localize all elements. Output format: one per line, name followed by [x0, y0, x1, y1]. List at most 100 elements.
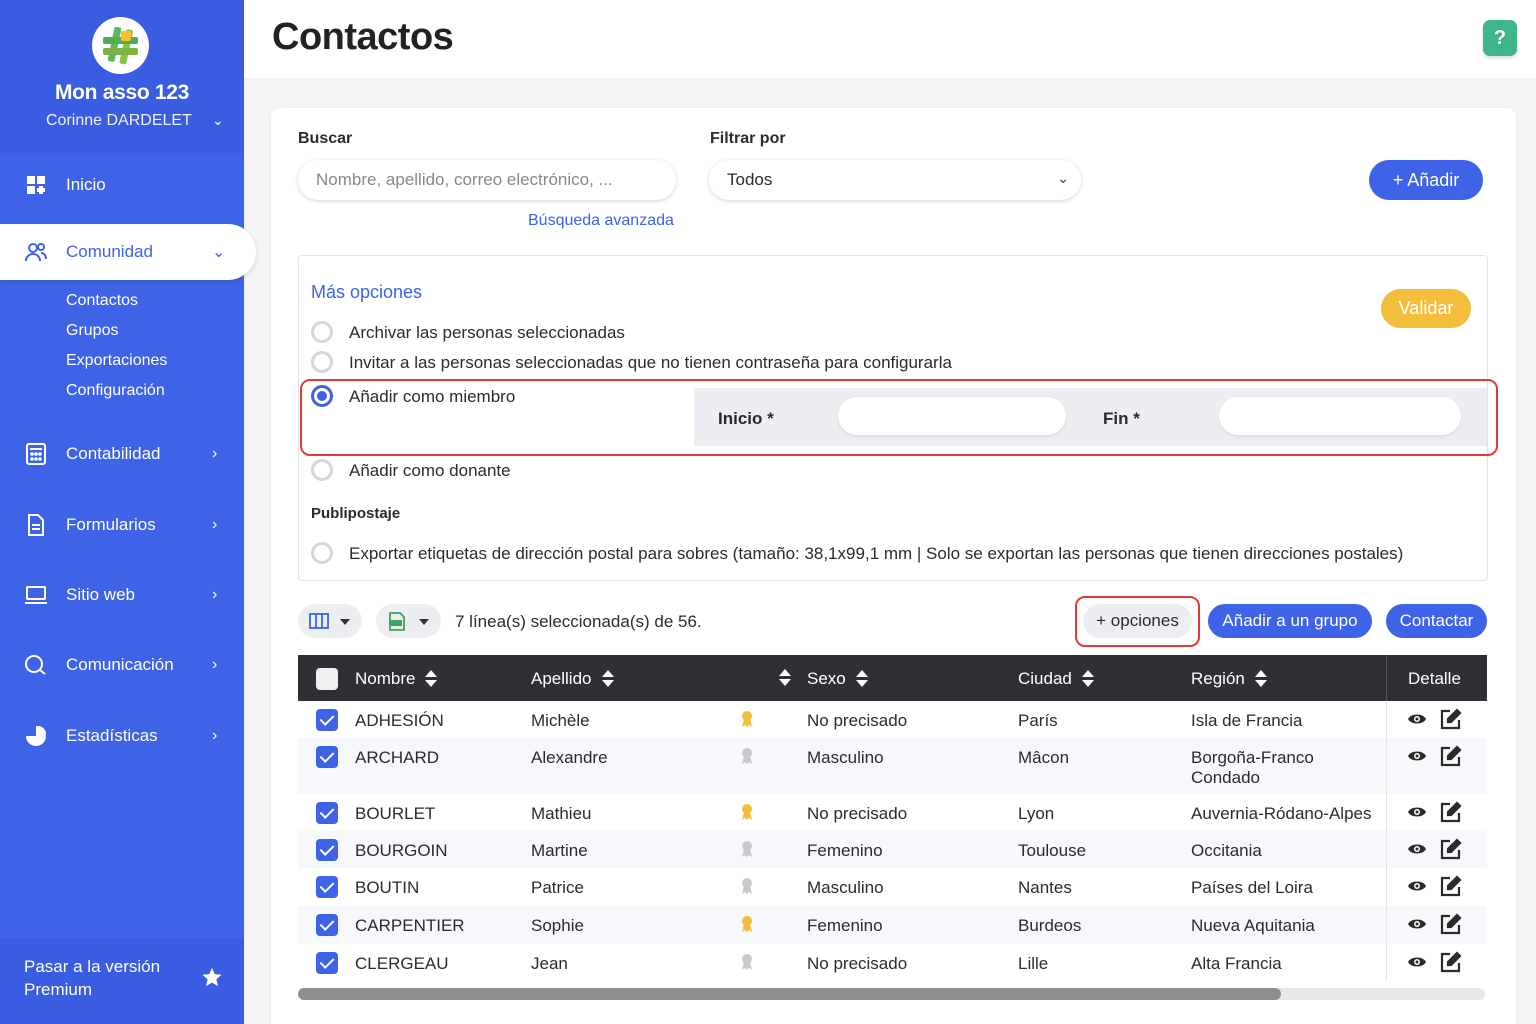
- search-input[interactable]: Nombre, apellido, correo electrónico, ..…: [298, 160, 676, 200]
- view-icon[interactable]: [1407, 878, 1427, 898]
- table-row[interactable]: ARCHARD Alexandre Masculino Mâcon Borgoñ…: [298, 738, 1487, 794]
- row-checkbox[interactable]: [316, 802, 338, 824]
- table-row[interactable]: BOURGOIN Martine Femenino Toulouse Occit…: [298, 831, 1487, 868]
- subnav-contactos[interactable]: Contactos: [66, 292, 138, 310]
- edit-icon[interactable]: [1440, 708, 1462, 735]
- option-invite-label: Invitar a las personas seleccionadas que…: [349, 353, 952, 372]
- nav-contabilidad[interactable]: Contabilidad ›: [0, 429, 244, 479]
- selection-count: 7 línea(s) seleccionada(s) de 56.: [455, 612, 702, 631]
- edit-icon[interactable]: [1440, 913, 1462, 940]
- advanced-search-link[interactable]: Búsqueda avanzada: [528, 212, 674, 230]
- org-logo[interactable]: [92, 17, 149, 74]
- row-checkbox[interactable]: [316, 876, 338, 898]
- radio-add-donor[interactable]: [311, 459, 333, 481]
- radio-invite[interactable]: [311, 351, 333, 373]
- column-badge[interactable]: [779, 669, 791, 687]
- calculator-icon: [24, 442, 48, 466]
- end-date-label: Fin *: [1103, 409, 1140, 428]
- table-row[interactable]: ADHESIÓN Michèle No precisado París Isla…: [298, 701, 1487, 738]
- nav-comunidad[interactable]: Comunidad ⌄: [0, 224, 256, 280]
- cell-nombre: BOURLET: [355, 804, 436, 823]
- nav-inicio-label: Inicio: [66, 175, 106, 194]
- subnav-configuracion[interactable]: Configuración: [66, 382, 165, 400]
- start-date-input[interactable]: [838, 397, 1066, 435]
- user-name[interactable]: Corinne DARDELET: [46, 112, 192, 130]
- mailing-title: Publipostaje: [311, 505, 401, 522]
- scrollbar-thumb[interactable]: [298, 988, 1281, 1000]
- sidebar-header: Mon asso 123 Corinne DARDELET ⌄: [0, 0, 244, 153]
- caret-down-icon: [340, 619, 350, 625]
- column-divider: [1386, 701, 1387, 738]
- help-button[interactable]: ?: [1483, 20, 1517, 56]
- nav-comunicacion-label: Comunicación: [66, 655, 174, 674]
- edit-icon[interactable]: [1440, 875, 1462, 902]
- end-date-input[interactable]: [1219, 397, 1461, 435]
- nav-comunicacion[interactable]: Comunicación ›: [0, 640, 244, 690]
- select-all-checkbox[interactable]: [316, 668, 338, 690]
- horizontal-scrollbar[interactable]: [298, 988, 1485, 1000]
- nav-formularios[interactable]: Formularios ›: [0, 500, 244, 550]
- member-badge-icon: [741, 840, 753, 863]
- add-to-group-button[interactable]: Añadir a un grupo: [1208, 604, 1372, 638]
- row-checkbox[interactable]: [316, 914, 338, 936]
- table-row[interactable]: BOURLET Mathieu No precisado Lyon Auvern…: [298, 794, 1487, 831]
- cell-nombre: BOUTIN: [355, 878, 420, 897]
- validate-button[interactable]: Validar: [1381, 289, 1471, 328]
- table-row[interactable]: CARPENTIER Sophie Femenino Burdeos Nueva…: [298, 906, 1487, 944]
- view-icon[interactable]: [1407, 954, 1427, 974]
- radio-add-member[interactable]: [311, 385, 333, 407]
- chevron-down-icon[interactable]: ⌄: [212, 112, 224, 129]
- column-nombre[interactable]: Nombre: [355, 669, 438, 689]
- filter-select[interactable]: Todos ⌄: [709, 160, 1081, 200]
- table-row[interactable]: BOUTIN Patrice Masculino Nantes Países d…: [298, 868, 1487, 906]
- cell-apellido: Patrice: [531, 878, 584, 897]
- caret-down-icon: [419, 619, 429, 625]
- view-icon[interactable]: [1407, 748, 1427, 768]
- row-checkbox[interactable]: [316, 952, 338, 974]
- view-icon[interactable]: [1407, 841, 1427, 861]
- column-sexo-label: Sexo: [807, 669, 846, 688]
- chevron-right-icon: ›: [212, 516, 218, 533]
- export-toggle[interactable]: [376, 604, 441, 638]
- nav-inicio[interactable]: Inicio: [0, 160, 244, 210]
- sort-icon: [779, 669, 791, 687]
- edit-icon[interactable]: [1440, 838, 1462, 865]
- edit-icon[interactable]: [1440, 951, 1462, 978]
- edit-icon[interactable]: [1440, 745, 1462, 772]
- column-divider: [1386, 906, 1387, 944]
- subnav-grupos[interactable]: Grupos: [66, 322, 118, 340]
- premium-upgrade[interactable]: Pasar a la versión Premium: [0, 938, 244, 1024]
- row-checkbox[interactable]: [316, 839, 338, 861]
- table-row[interactable]: CLERGEAU Jean No precisado Lille Alta Fr…: [298, 944, 1487, 982]
- edit-icon[interactable]: [1440, 801, 1462, 828]
- columns-toggle[interactable]: [298, 604, 362, 638]
- column-region[interactable]: Región: [1191, 669, 1267, 689]
- add-contact-button[interactable]: + Añadir: [1369, 160, 1483, 200]
- column-ciudad[interactable]: Ciudad: [1018, 669, 1094, 689]
- row-checkbox[interactable]: [316, 746, 338, 768]
- row-checkbox[interactable]: [316, 709, 338, 731]
- column-apellido[interactable]: Apellido: [531, 669, 614, 689]
- chevron-right-icon: ›: [212, 445, 218, 462]
- radio-export-labels[interactable]: [311, 542, 333, 564]
- view-icon[interactable]: [1407, 916, 1427, 936]
- view-icon[interactable]: [1407, 711, 1427, 731]
- cell-region: Occitania: [1191, 841, 1262, 860]
- table-header: Nombre Apellido Sexo Ciudad Región Detal…: [298, 655, 1487, 701]
- column-sexo[interactable]: Sexo: [807, 669, 868, 689]
- more-options-button[interactable]: + opciones: [1083, 604, 1192, 638]
- nav-sitio-web[interactable]: Sitio web ›: [0, 570, 244, 620]
- column-divider: [1386, 868, 1387, 906]
- cell-ciudad: Burdeos: [1018, 916, 1082, 935]
- chevron-down-icon: ⌄: [1057, 170, 1069, 186]
- cell-apellido: Martine: [531, 841, 588, 860]
- column-ciudad-label: Ciudad: [1018, 669, 1072, 688]
- radio-archive[interactable]: [311, 321, 333, 343]
- sort-icon: [1254, 670, 1267, 688]
- nav-estadisticas[interactable]: Estadísticas ›: [0, 711, 244, 761]
- column-divider: [1386, 794, 1387, 831]
- subnav-exportaciones[interactable]: Exportaciones: [66, 352, 167, 370]
- view-icon[interactable]: [1407, 804, 1427, 824]
- cell-sexo: No precisado: [807, 954, 908, 973]
- contact-button[interactable]: Contactar: [1386, 604, 1487, 638]
